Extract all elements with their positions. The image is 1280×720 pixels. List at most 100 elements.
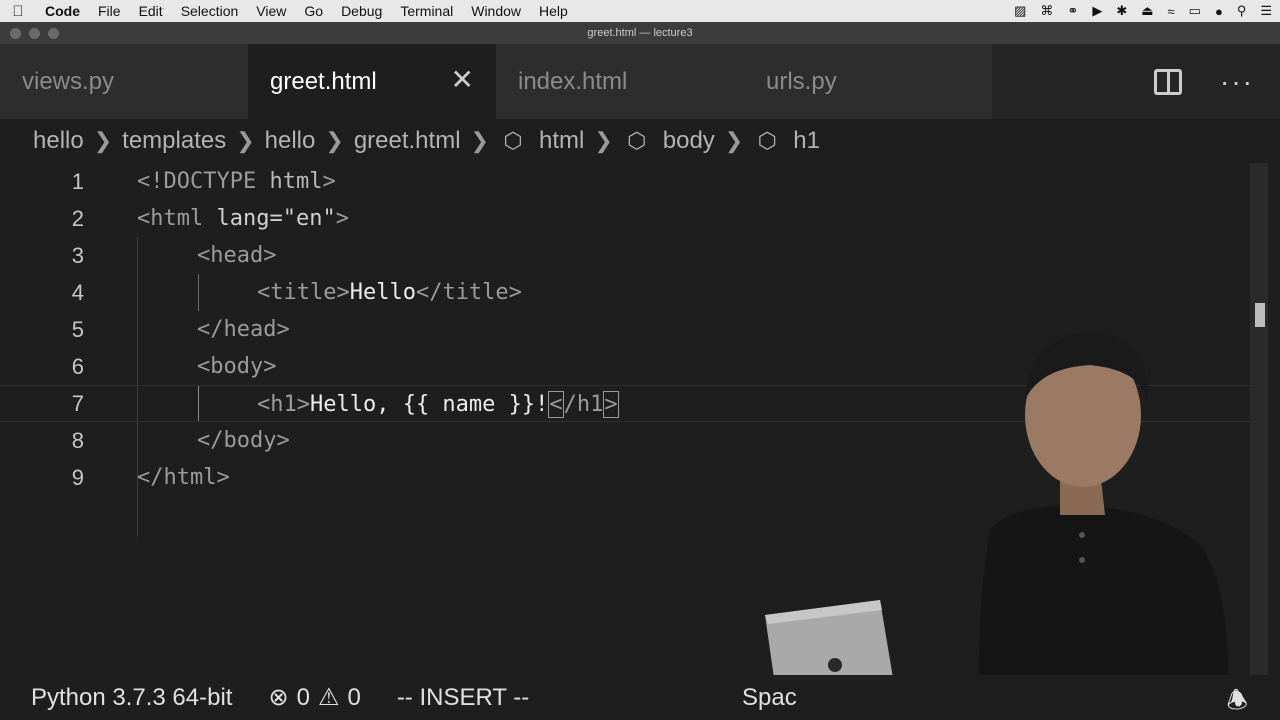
close-window-button[interactable] bbox=[10, 28, 21, 39]
window-title: greet.html — lecture3 bbox=[587, 27, 693, 39]
breadcrumb-item[interactable]: hello bbox=[265, 127, 316, 155]
split-editor-icon[interactable] bbox=[1154, 68, 1183, 95]
tab-label: greet.html bbox=[270, 67, 377, 95]
line-number: 5 bbox=[71, 316, 84, 342]
menu-debug[interactable]: Debug bbox=[332, 3, 391, 19]
token: Hello, {{ name }}! bbox=[309, 392, 549, 417]
line-content: <html lang= "en" > bbox=[137, 200, 349, 237]
code-line: 1 <!DOCTYPE html > bbox=[0, 163, 1250, 200]
menu-view[interactable]: View bbox=[247, 3, 295, 19]
more-actions-icon[interactable]: ··· bbox=[1220, 67, 1254, 96]
tab-index-html[interactable]: index.html bbox=[496, 44, 744, 119]
token: <html bbox=[137, 206, 204, 231]
line-number: 4 bbox=[71, 279, 84, 305]
menu-window[interactable]: Window bbox=[462, 3, 530, 19]
apple-icon[interactable]:  bbox=[0, 3, 36, 20]
indentation-setting[interactable]: Spac bbox=[742, 675, 797, 720]
menu-bar-status-area: ▨ ⌘ ⚭ ▶ ✱ ⏏ ≈ ▭ ● ⚲ ☰ bbox=[1014, 0, 1272, 22]
menu-selection[interactable]: Selection bbox=[172, 3, 248, 19]
matched-bracket: < bbox=[548, 391, 564, 418]
breadcrumb-symbol[interactable]: html bbox=[539, 127, 584, 155]
tab-urls-py[interactable]: urls.py bbox=[744, 44, 992, 119]
symbol-cube-icon: ⬡ bbox=[757, 128, 777, 153]
command-icon[interactable]: ⌘ bbox=[1040, 3, 1053, 19]
wifi-icon[interactable]: ≈ bbox=[1168, 4, 1175, 19]
breadcrumb-symbol[interactable]: body bbox=[663, 127, 715, 155]
line-content: </head> bbox=[197, 311, 290, 348]
play-icon[interactable]: ▶ bbox=[1092, 3, 1102, 19]
token: </body> bbox=[197, 428, 290, 453]
tab-label: views.py bbox=[22, 67, 115, 95]
user-icon[interactable]: ● bbox=[1215, 4, 1223, 19]
chevron-right-icon: ❯ bbox=[724, 128, 744, 153]
line-content: <body> bbox=[197, 348, 276, 385]
token: Hello bbox=[349, 280, 416, 305]
symbol-cube-icon: ⬡ bbox=[503, 128, 523, 153]
line-number: 2 bbox=[71, 205, 84, 231]
chevron-right-icon: ❯ bbox=[325, 128, 344, 153]
warning-count: 0 bbox=[347, 683, 361, 711]
error-count: 0 bbox=[296, 683, 310, 711]
presenter-photo bbox=[765, 332, 1230, 720]
problems-indicator[interactable]: ⊗ 0 ⚠ 0 bbox=[268, 683, 360, 712]
breadcrumb-item[interactable]: hello bbox=[33, 127, 84, 155]
chevron-right-icon: ❯ bbox=[93, 128, 113, 153]
token: <!DOCTYPE bbox=[137, 169, 257, 194]
line-number: 8 bbox=[71, 427, 84, 453]
token: <head> bbox=[197, 243, 277, 268]
line-number: 3 bbox=[71, 242, 84, 268]
token: html bbox=[256, 169, 323, 194]
token: > bbox=[322, 169, 336, 194]
close-icon[interactable]: ✕ bbox=[451, 66, 474, 94]
vim-mode: -- INSERT -- bbox=[396, 683, 530, 711]
line-content: <head> bbox=[197, 237, 276, 274]
breadcrumb: hello ❯ templates ❯ hello ❯ greet.html ❯… bbox=[0, 119, 1280, 163]
glasses-icon[interactable]: ⚭ bbox=[1067, 3, 1078, 19]
token: /h1 bbox=[563, 392, 604, 417]
bluetooth-icon[interactable]: ✱ bbox=[1116, 3, 1127, 19]
code-line: 3 <head> bbox=[0, 237, 1250, 274]
docker-icon[interactable]: ▨ bbox=[1014, 3, 1026, 19]
line-number: 9 bbox=[71, 464, 84, 490]
line-content: <h1> Hello, {{ name }}! </h1 > bbox=[257, 386, 619, 423]
line-number: 7 bbox=[71, 390, 84, 416]
line-number: 6 bbox=[71, 353, 84, 379]
breadcrumb-symbol[interactable]: h1 bbox=[793, 127, 820, 155]
window-title-bar: greet.html — lecture3 bbox=[0, 22, 1280, 44]
eject-icon[interactable]: ⏏ bbox=[1141, 3, 1153, 19]
menu-file[interactable]: File bbox=[89, 3, 130, 19]
tab-label: index.html bbox=[518, 67, 628, 95]
token: lang= bbox=[203, 206, 283, 231]
menu-go[interactable]: Go bbox=[295, 3, 332, 19]
menu-code[interactable]: Code bbox=[36, 3, 89, 19]
bell-icon[interactable]: 🕭 bbox=[1227, 683, 1248, 720]
token: <body> bbox=[197, 354, 277, 379]
breadcrumb-item[interactable]: greet.html bbox=[354, 127, 461, 155]
chevron-right-icon: ❯ bbox=[594, 128, 613, 153]
minimize-window-button[interactable] bbox=[29, 28, 40, 39]
zoom-window-button[interactable] bbox=[48, 28, 59, 39]
breadcrumb-item[interactable]: templates bbox=[122, 127, 226, 155]
menu-terminal[interactable]: Terminal bbox=[391, 3, 462, 19]
search-icon[interactable]: ⚲ bbox=[1237, 3, 1247, 19]
token: "en" bbox=[282, 206, 336, 231]
code-line: 4 <title> Hello </title> bbox=[0, 274, 1250, 311]
line-content: <title> Hello </title> bbox=[257, 274, 522, 311]
line-content: <!DOCTYPE html > bbox=[137, 163, 336, 200]
symbol-cube-icon: ⬡ bbox=[627, 128, 647, 153]
token: <h1> bbox=[257, 392, 310, 417]
battery-icon[interactable]: ▭ bbox=[1189, 3, 1201, 19]
macos-menu-bar:  Code File Edit Selection View Go Debug… bbox=[0, 0, 1280, 22]
python-interpreter[interactable]: Python 3.7.3 64-bit bbox=[31, 684, 232, 712]
menu-edit[interactable]: Edit bbox=[130, 3, 172, 19]
list-icon[interactable]: ☰ bbox=[1260, 3, 1272, 19]
chevron-right-icon: ❯ bbox=[470, 128, 489, 153]
tab-label: urls.py bbox=[766, 67, 837, 95]
tab-greet-html[interactable]: greet.html ✕ bbox=[248, 44, 496, 119]
code-line: 2 <html lang= "en" > bbox=[0, 200, 1250, 237]
menu-help[interactable]: Help bbox=[530, 3, 577, 19]
tab-views-py[interactable]: views.py bbox=[0, 44, 248, 119]
token: > bbox=[335, 206, 349, 231]
status-bar: Python 3.7.3 64-bit ⊗ 0 ⚠ 0 -- INSERT --… bbox=[0, 675, 1280, 720]
token: </html> bbox=[137, 465, 230, 490]
